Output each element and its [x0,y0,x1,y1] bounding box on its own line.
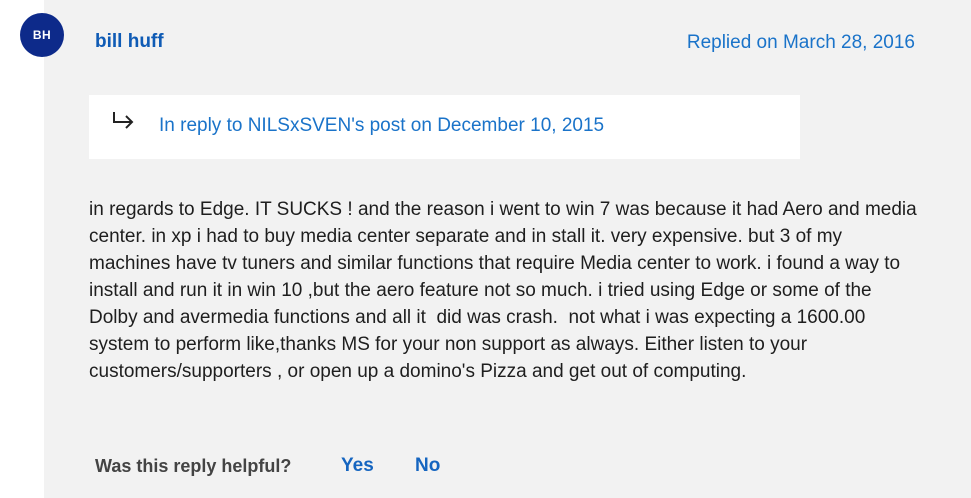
reply-arrow-icon [110,110,136,136]
post-body: in regards to Edge. IT SUCKS ! and the r… [89,199,922,382]
helpful-question: Was this reply helpful? [95,456,292,476]
helpful-no-button[interactable]: No [415,455,440,477]
replied-date: Replied on March 28, 2016 [686,32,915,53]
helpful-yes-button[interactable]: Yes [341,455,374,477]
author-name[interactable]: bill huff [95,31,164,53]
in-reply-to-link[interactable]: In reply to NILSxSVEN's post on December… [159,115,604,137]
avatar[interactable]: BH [20,13,64,57]
